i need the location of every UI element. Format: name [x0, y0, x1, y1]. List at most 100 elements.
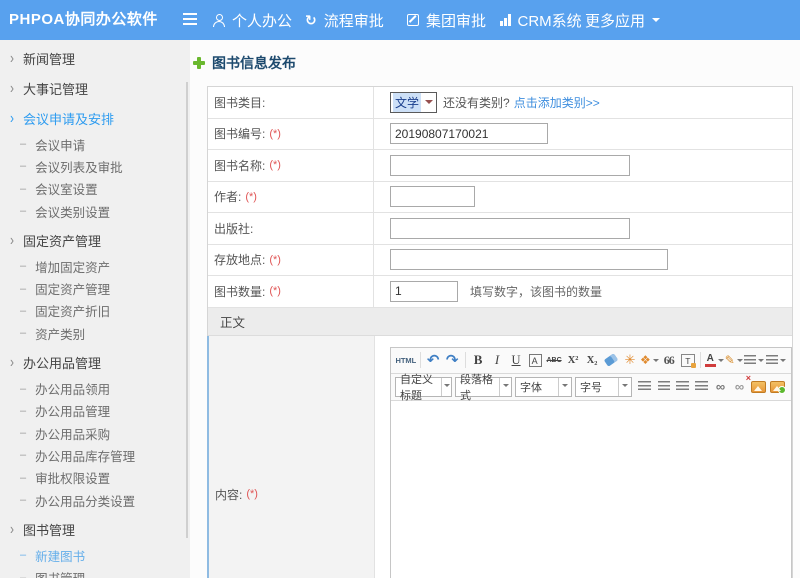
chevron-right-icon: ›: [10, 353, 14, 371]
caret-down-icon: [758, 359, 764, 365]
unordered-list-button[interactable]: [766, 349, 786, 371]
chevron-right-icon: ›: [10, 49, 14, 67]
chevron-right-icon: ›: [10, 231, 14, 249]
author-input[interactable]: [390, 186, 475, 207]
underline-button[interactable]: U: [508, 349, 525, 371]
sidebar-item-meeting-category[interactable]: –会议类别设置: [0, 200, 190, 222]
eraser-icon[interactable]: [603, 349, 620, 371]
category-select[interactable]: 文学: [390, 92, 437, 113]
required-marker: (*): [269, 128, 281, 140]
select-caret: [558, 378, 571, 396]
form-row-quantity: 图书数量:(*) 填写数字，该图书的数量: [208, 276, 792, 308]
publisher-input[interactable]: [390, 218, 630, 239]
add-category-link[interactable]: 点击添加类别>>: [514, 94, 600, 111]
sidebar-group-meeting[interactable]: ›会议申请及安排: [0, 103, 190, 133]
link-icon[interactable]: ∞: [712, 376, 729, 398]
align-right-icon[interactable]: [674, 376, 691, 398]
highlight-color-button[interactable]: ✎: [725, 349, 742, 371]
italic-button[interactable]: I: [489, 349, 506, 371]
sidebar-item-meeting-room[interactable]: –会议室设置: [0, 178, 190, 200]
nav-label: 个人办公: [232, 10, 292, 31]
font-border-button[interactable]: A: [529, 354, 542, 367]
select-arrow-icon: [425, 100, 433, 108]
sidebar-item-meeting-list[interactable]: –会议列表及审批: [0, 155, 190, 177]
align-left-icon[interactable]: [636, 376, 653, 398]
align-justify-icon[interactable]: [693, 376, 710, 398]
required-marker: (*): [269, 285, 281, 297]
sidebar-item-supplies-manage[interactable]: –办公用品管理: [0, 400, 190, 422]
sidebar-item-new-book[interactable]: –新建图书: [0, 544, 190, 566]
sidebar-group-books[interactable]: ›图书管理: [0, 514, 190, 544]
superscript-button[interactable]: X²: [565, 349, 582, 371]
form-row-book-number: 图书编号:(*): [208, 119, 792, 151]
process-icon: ↻: [305, 13, 317, 27]
sidebar-item-approval-permission[interactable]: –审批权限设置: [0, 467, 190, 489]
pen-icon: ✎: [725, 353, 735, 367]
select-caret: [499, 378, 511, 396]
nav-group-approval[interactable]: 集团审批: [407, 0, 486, 40]
editor-canvas[interactable]: [391, 401, 791, 578]
sidebar-group-news[interactable]: ›新闻管理: [0, 43, 190, 73]
sidebar-item-meeting-apply[interactable]: –会议申请: [0, 133, 190, 155]
heading-select[interactable]: 自定义标题: [395, 377, 452, 397]
sidebar-item-asset-manage[interactable]: –固定资产管理: [0, 277, 190, 299]
sidebar-item-asset-depreciation[interactable]: –固定资产折旧: [0, 300, 190, 322]
sidebar-item-supplies-stock[interactable]: –办公用品库存管理: [0, 444, 190, 466]
book-name-input[interactable]: [390, 155, 630, 176]
sidebar: ›新闻管理 ›大事记管理 ›会议申请及安排 –会议申请 –会议列表及审批 –会议…: [0, 40, 190, 578]
required-marker: (*): [269, 254, 281, 266]
chevron-right-icon: ›: [10, 79, 14, 97]
sidebar-item-supplies-purchase[interactable]: –办公用品采购: [0, 422, 190, 444]
sidebar-item-asset-category[interactable]: –资产类别: [0, 322, 190, 344]
nav-workflow-approval[interactable]: ↻ 流程审批: [305, 0, 384, 40]
select-caret: [441, 378, 451, 396]
strikethrough-button[interactable]: ABC: [546, 349, 563, 371]
sidebar-group-office-supplies[interactable]: ›办公用品管理: [0, 347, 190, 377]
nav-crm-system[interactable]: CRM系统: [500, 0, 582, 40]
html-source-button[interactable]: HTML: [396, 349, 416, 371]
quantity-input[interactable]: [390, 281, 458, 302]
align-center-icon[interactable]: [655, 376, 672, 398]
book-number-input[interactable]: [390, 123, 548, 144]
sidebar-scrollbar[interactable]: [186, 82, 188, 538]
nav-label: 流程审批: [324, 10, 384, 31]
add-plus-icon: [193, 57, 205, 69]
form-row-location: 存放地点:(*): [208, 245, 792, 277]
sidebar-group-events[interactable]: ›大事记管理: [0, 73, 190, 103]
paste-plain-text-button[interactable]: T: [679, 349, 696, 371]
nav-personal-office[interactable]: 个人办公: [212, 0, 292, 40]
sidebar-item-supplies-use[interactable]: –办公用品领用: [0, 377, 190, 399]
ordered-list-button[interactable]: [744, 349, 764, 371]
dash-icon: –: [20, 305, 26, 317]
unlink-icon[interactable]: ∞: [731, 376, 748, 398]
undo-icon[interactable]: ↶: [425, 349, 442, 371]
caret-down-icon: [718, 359, 724, 365]
font-color-button[interactable]: A: [705, 349, 723, 371]
sidebar-item-book-manage[interactable]: –图书管理: [0, 566, 190, 578]
dash-icon: –: [20, 494, 26, 506]
rich-text-editor: HTML ↶ ↷ B I U A ABC X² X₂ ✳: [390, 347, 792, 578]
font-size-select[interactable]: 字号: [575, 377, 632, 397]
font-family-select[interactable]: 字体: [515, 377, 572, 397]
redo-icon[interactable]: ↷: [444, 349, 461, 371]
upload-image-icon[interactable]: [769, 376, 786, 398]
hamburger-menu-icon[interactable]: [183, 13, 197, 26]
bold-button[interactable]: B: [470, 349, 487, 371]
sidebar-item-add-asset[interactable]: –增加固定资产: [0, 255, 190, 277]
dash-icon: –: [20, 472, 26, 484]
insert-image-icon[interactable]: [750, 376, 767, 398]
location-input[interactable]: [390, 249, 668, 270]
nav-label: 更多应用: [585, 10, 645, 31]
nav-more-apps[interactable]: 更多应用: [585, 0, 660, 40]
sidebar-group-fixed-assets[interactable]: ›固定资产管理: [0, 225, 190, 255]
form-row-category: 图书类目: 文学 还没有类别? 点击添加类别>>: [208, 87, 792, 119]
caret-down-icon: [737, 359, 743, 365]
blockquote-button[interactable]: 66: [660, 349, 677, 371]
auto-typeset-button[interactable]: ❖: [641, 349, 659, 371]
subscript-button[interactable]: X₂: [584, 349, 601, 371]
remove-format-icon[interactable]: ✳: [622, 349, 639, 371]
toolbar-separator: [700, 352, 701, 368]
dash-icon: –: [20, 327, 26, 339]
sidebar-item-supplies-category[interactable]: –办公用品分类设置: [0, 489, 190, 511]
paragraph-select[interactable]: 段落格式: [455, 377, 512, 397]
